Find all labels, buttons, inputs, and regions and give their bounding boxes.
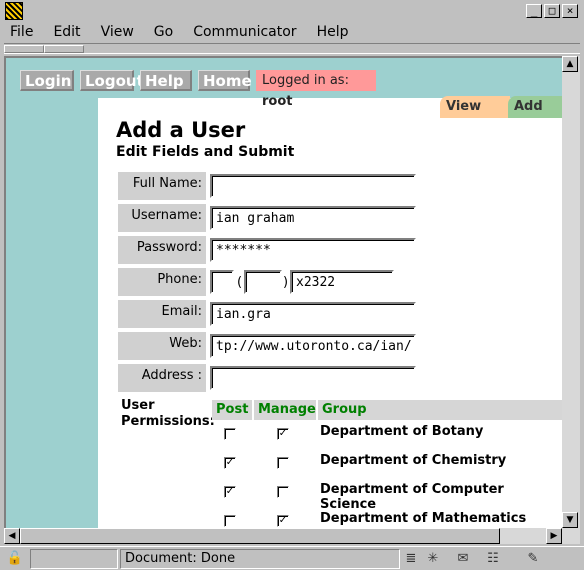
menu-help[interactable]: Help — [317, 22, 349, 42]
composer-icon[interactable]: ✎ — [524, 551, 542, 567]
password-label: Password: — [118, 236, 206, 264]
status-text: Document: Done — [120, 549, 400, 569]
phone-label: Phone: — [118, 268, 206, 296]
fullname-label: Full Name: — [118, 172, 206, 200]
username-field[interactable]: ian graham — [210, 206, 416, 230]
login-button[interactable]: Login — [20, 70, 74, 91]
horizontal-scrollbar[interactable]: ◀ ▶ — [4, 528, 580, 544]
permissions-label: User Permissions: — [121, 398, 215, 430]
toolbar-collapse-tab-2[interactable] — [44, 45, 84, 53]
phone-number-field[interactable]: x2322 — [290, 270, 394, 294]
status-bar: 🔓 Document: Done ≣ ✳ ✉ ☷ ✎ — [0, 546, 584, 570]
username-label: Username: — [118, 204, 206, 232]
group-name: Department of Chemistry — [320, 453, 507, 468]
manage-checkbox[interactable]: ✓ — [277, 428, 289, 440]
horizontal-scroll-thumb[interactable] — [20, 528, 500, 544]
permissions-label-line1: User — [121, 398, 155, 413]
scroll-up-button[interactable]: ▲ — [562, 56, 578, 72]
post-checkbox[interactable]: ✓ — [224, 457, 236, 469]
menu-edit[interactable]: Edit — [53, 22, 80, 42]
group-name: Department of Botany — [320, 424, 484, 439]
scroll-left-button[interactable]: ◀ — [4, 528, 20, 544]
close-button[interactable]: × — [562, 4, 578, 18]
page-subtitle: Edit Fields and Submit — [116, 144, 295, 160]
email-label: Email: — [118, 300, 206, 328]
permissions-label-line2: Permissions: — [121, 414, 215, 429]
post-column-header: Post — [212, 400, 252, 420]
manage-checkbox[interactable] — [277, 486, 289, 498]
title-bar: _ □ × — [0, 0, 584, 22]
tab-add[interactable]: Add — [508, 96, 562, 118]
phone-area-field[interactable] — [210, 270, 234, 294]
toolbar-grip — [4, 43, 580, 54]
address-label: Address : — [118, 364, 206, 392]
menu-communicator[interactable]: Communicator — [193, 22, 296, 42]
menu-file[interactable]: File — [10, 22, 33, 42]
manage-checkbox[interactable] — [277, 457, 289, 469]
progress-box — [30, 549, 118, 569]
discussion-icon[interactable]: ☷ — [484, 551, 502, 567]
menu-go[interactable]: Go — [154, 22, 173, 42]
post-checkbox[interactable] — [224, 428, 236, 440]
help-button[interactable]: Help — [140, 70, 192, 91]
phone-close-paren: ) — [283, 275, 289, 290]
email-field[interactable]: ian.gra — [210, 302, 416, 326]
home-button[interactable]: Home — [198, 70, 252, 91]
password-field[interactable]: ******* — [210, 238, 416, 262]
phone-open-paren: ( — [237, 275, 243, 290]
component-bar-icon[interactable]: ≣ — [402, 551, 420, 567]
post-checkbox[interactable]: ✓ — [224, 486, 236, 498]
manage-checkbox[interactable]: ✓ — [277, 515, 289, 527]
page-title: Add a User — [116, 118, 246, 142]
fullname-field[interactable] — [210, 174, 416, 198]
group-name: Department of Computer Science — [320, 482, 504, 512]
address-field[interactable] — [210, 366, 416, 390]
post-checkbox[interactable] — [224, 515, 236, 527]
side-bar — [6, 98, 98, 528]
page-viewport: Login Logout Help Home Logged in as: roo… — [4, 56, 562, 528]
tab-view[interactable]: View — [440, 96, 510, 118]
phone-prefix-field[interactable] — [244, 270, 282, 294]
navigator-icon[interactable]: ✳ — [424, 551, 442, 567]
web-label: Web: — [118, 332, 206, 360]
group-name: Department of Mathematics — [320, 511, 527, 526]
security-lock-icon[interactable]: 🔓 — [6, 551, 24, 567]
logout-button[interactable]: Logout — [80, 70, 144, 91]
app-icon[interactable] — [5, 2, 23, 20]
maximize-button[interactable]: □ — [544, 4, 560, 18]
vertical-scrollbar[interactable]: ▲ ▼ — [562, 56, 580, 528]
scroll-right-button[interactable]: ▶ — [546, 528, 562, 544]
group-column-header: Group — [318, 400, 562, 420]
scroll-down-button[interactable]: ▼ — [562, 512, 578, 528]
manage-column-header: Manage — [254, 400, 316, 420]
menu-bar: File Edit View Go Communicator Help — [0, 22, 584, 42]
logged-in-user: root — [262, 94, 293, 109]
toolbar-collapse-tab-1[interactable] — [4, 45, 44, 53]
mail-icon[interactable]: ✉ — [454, 551, 472, 567]
web-field[interactable]: tp://www.utoronto.ca/ian/ — [210, 334, 416, 358]
logged-in-prefix: Logged in as: — [262, 73, 349, 88]
minimize-button[interactable]: _ — [526, 4, 542, 18]
logged-in-badge: Logged in as: root — [256, 70, 376, 109]
menu-view[interactable]: View — [101, 22, 134, 42]
